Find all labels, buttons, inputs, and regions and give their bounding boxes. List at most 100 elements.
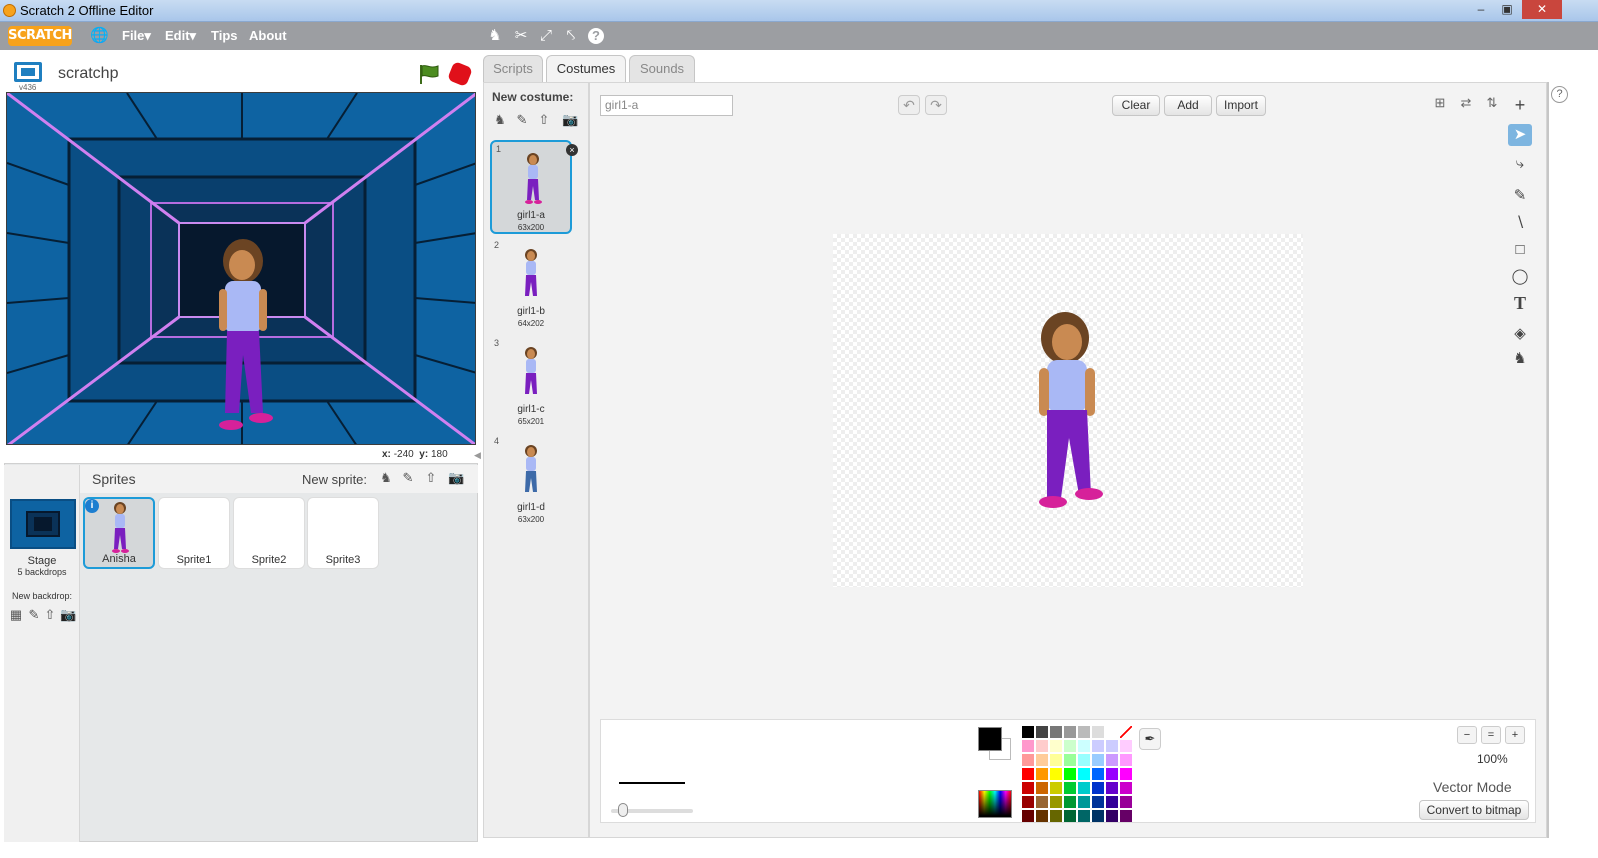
palette-swatch[interactable] xyxy=(1120,796,1132,808)
palette-swatch[interactable] xyxy=(1120,740,1132,752)
duplicate-stamp-icon[interactable]: ♞ xyxy=(486,27,504,45)
zoom-in-icon[interactable]: + xyxy=(1505,726,1525,744)
stage-canvas[interactable] xyxy=(6,92,476,445)
help-icon[interactable]: ? xyxy=(588,28,604,44)
sprite-info-icon[interactable]: i xyxy=(85,499,99,513)
palette-swatch[interactable] xyxy=(1064,782,1076,794)
palette-swatch[interactable] xyxy=(1036,740,1048,752)
eyedropper-icon[interactable]: ✒ xyxy=(1139,728,1161,750)
reshape-icon[interactable]: ⤷ xyxy=(1508,153,1532,175)
palette-swatch[interactable] xyxy=(1036,810,1048,822)
palette-swatch[interactable] xyxy=(1120,782,1132,794)
palette-swatch[interactable] xyxy=(1064,768,1076,780)
camera-costume-icon[interactable]: 📷 xyxy=(562,112,578,128)
stamp-icon[interactable]: ♞ xyxy=(1508,348,1532,370)
palette-swatch[interactable] xyxy=(1036,796,1048,808)
sprite-thumb-sprite1[interactable]: Sprite1 xyxy=(158,497,230,569)
primary-color-swatch[interactable] xyxy=(978,727,1002,751)
palette-swatch[interactable] xyxy=(1078,740,1090,752)
close-button[interactable]: ✕ xyxy=(1522,0,1562,19)
undo-icon[interactable]: ↶ xyxy=(898,95,920,115)
upload-backdrop-icon[interactable]: ⇧ xyxy=(42,607,58,623)
paint-costume-icon[interactable]: ✎ xyxy=(514,112,530,128)
color-palette[interactable] xyxy=(1022,726,1134,822)
text-icon[interactable]: T xyxy=(1508,292,1532,314)
crop-icon[interactable]: ⊞ xyxy=(1430,95,1450,115)
color-picker-gradient[interactable] xyxy=(978,790,1012,818)
scratch-logo[interactable]: SCRATCH xyxy=(8,26,72,46)
palette-swatch[interactable] xyxy=(1092,726,1104,738)
add-button[interactable]: Add xyxy=(1164,95,1212,116)
import-button[interactable]: Import xyxy=(1216,95,1266,116)
costume-library-icon[interactable]: ♞ xyxy=(492,112,508,128)
upload-costume-icon[interactable]: ⇧ xyxy=(536,112,552,128)
convert-to-bitmap-button[interactable]: Convert to bitmap xyxy=(1419,800,1529,820)
select-arrow-icon[interactable]: ➤ xyxy=(1508,124,1532,146)
backdrop-library-icon[interactable]: ▦ xyxy=(8,607,24,623)
costume-item[interactable]: 2 girl1-b 64x202 xyxy=(490,238,572,332)
project-name[interactable]: scratchp xyxy=(58,65,118,83)
palette-swatch[interactable] xyxy=(1078,768,1090,780)
palette-swatch[interactable] xyxy=(1106,810,1118,822)
stage-thumbnail[interactable] xyxy=(10,499,76,549)
stage-collapse-handle[interactable]: ◀ xyxy=(474,450,482,462)
palette-swatch[interactable] xyxy=(1092,796,1104,808)
ellipse-icon[interactable]: ◯ xyxy=(1508,266,1532,288)
about-menu[interactable]: About xyxy=(249,28,287,43)
palette-swatch[interactable] xyxy=(1022,768,1034,780)
camera-backdrop-icon[interactable]: 📷 xyxy=(60,607,76,623)
costume-item[interactable]: 3 girl1-c 65x201 xyxy=(490,336,572,430)
palette-swatch[interactable] xyxy=(1050,768,1062,780)
presentation-mode-icon[interactable] xyxy=(14,62,42,82)
palette-swatch[interactable] xyxy=(1022,810,1034,822)
palette-swatch[interactable] xyxy=(1078,782,1090,794)
palette-swatch[interactable] xyxy=(1050,796,1062,808)
palette-swatch[interactable] xyxy=(1106,726,1118,738)
line-icon[interactable]: ∖ xyxy=(1508,212,1532,234)
clear-button[interactable]: Clear xyxy=(1112,95,1160,116)
palette-swatch[interactable] xyxy=(1106,754,1118,766)
palette-swatch[interactable] xyxy=(1050,740,1062,752)
sprite-thumb-sprite3[interactable]: Sprite3 xyxy=(307,497,379,569)
camera-sprite-icon[interactable]: 📷 xyxy=(448,470,464,486)
palette-swatch[interactable] xyxy=(1092,782,1104,794)
fill-bucket-icon[interactable]: ◈ xyxy=(1508,323,1532,345)
palette-swatch[interactable] xyxy=(1022,782,1034,794)
palette-swatch[interactable] xyxy=(1022,740,1034,752)
costume-name-input[interactable]: girl1-a xyxy=(600,95,733,116)
palette-swatch[interactable] xyxy=(1064,754,1076,766)
palette-swatch[interactable] xyxy=(1064,740,1076,752)
paint-new-sprite-icon[interactable]: ✎ xyxy=(400,470,416,486)
zoom-out-icon[interactable]: − xyxy=(1457,726,1477,744)
palette-swatch[interactable] xyxy=(1064,726,1076,738)
palette-swatch[interactable] xyxy=(1036,754,1048,766)
palette-swatch[interactable] xyxy=(1106,768,1118,780)
palette-swatch[interactable] xyxy=(1064,796,1076,808)
palette-swatch[interactable] xyxy=(1050,810,1062,822)
drawing-canvas[interactable] xyxy=(833,234,1303,587)
stop-icon[interactable] xyxy=(446,60,474,88)
palette-swatch[interactable] xyxy=(1036,782,1048,794)
stroke-width-slider-thumb[interactable] xyxy=(618,803,628,817)
palette-swatch[interactable] xyxy=(1036,726,1048,738)
flip-horizontal-icon[interactable]: ⇄ xyxy=(1456,95,1476,115)
palette-swatch[interactable] xyxy=(1078,726,1090,738)
set-center-icon[interactable]: + xyxy=(1508,95,1532,115)
palette-swatch[interactable] xyxy=(1106,782,1118,794)
tab-scripts[interactable]: Scripts xyxy=(483,55,543,82)
help-tips-icon[interactable]: ? xyxy=(1551,86,1568,103)
shrink-icon[interactable]: ⤣ xyxy=(562,27,580,45)
palette-swatch[interactable] xyxy=(1106,740,1118,752)
tips-menu[interactable]: Tips xyxy=(211,28,238,43)
palette-swatch[interactable] xyxy=(1022,726,1034,738)
zoom-reset-icon[interactable]: = xyxy=(1481,726,1501,744)
palette-swatch[interactable] xyxy=(1120,726,1132,738)
edit-menu[interactable]: Edit▾ xyxy=(165,28,196,44)
delete-costume-icon[interactable]: × xyxy=(566,144,578,156)
palette-swatch[interactable] xyxy=(1120,754,1132,766)
sprite-thumb-anisha[interactable]: i Anisha xyxy=(83,497,155,569)
rectangle-icon[interactable]: □ xyxy=(1508,239,1532,261)
palette-swatch[interactable] xyxy=(1078,810,1090,822)
palette-swatch[interactable] xyxy=(1092,740,1104,752)
palette-swatch[interactable] xyxy=(1022,754,1034,766)
